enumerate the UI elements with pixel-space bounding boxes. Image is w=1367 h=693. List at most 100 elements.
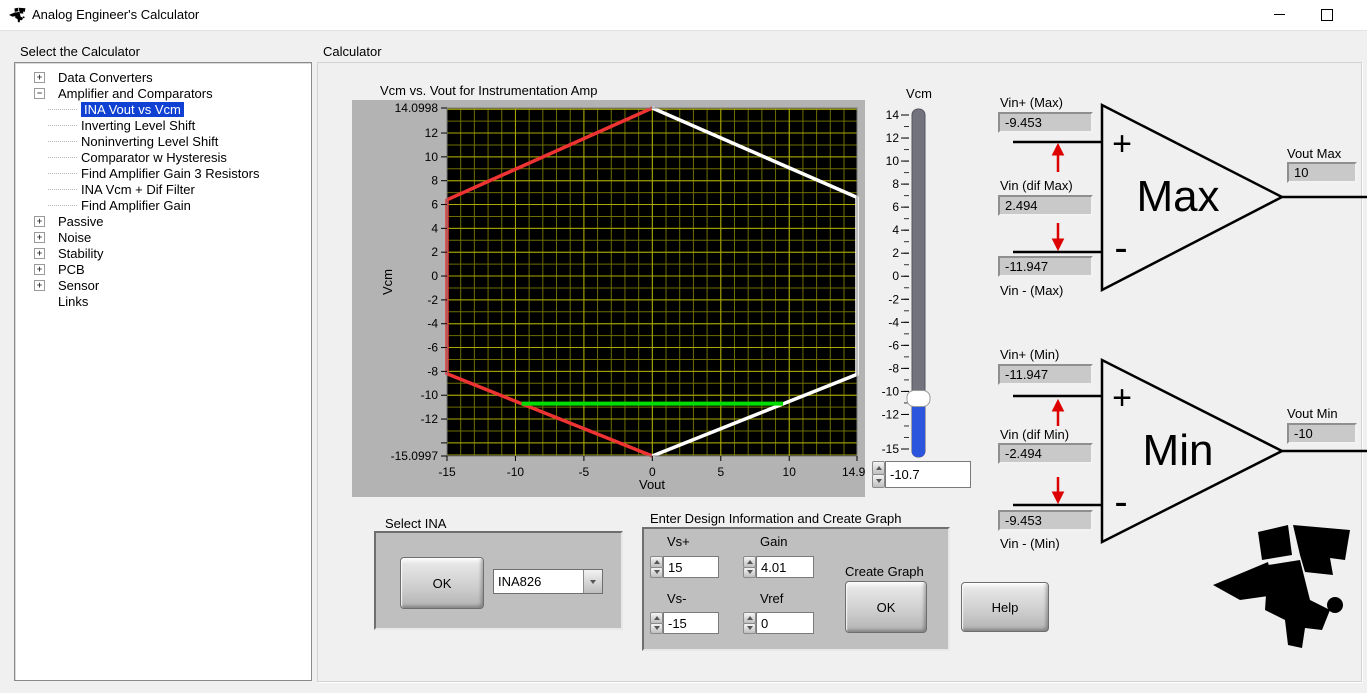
tree-item-label[interactable]: Passive	[58, 214, 104, 229]
max-dif-up-arrow-icon	[1053, 144, 1064, 172]
tree-item-label[interactable]: PCB	[58, 262, 85, 277]
tree-item-noninverting-level-shift[interactable]: Noninverting Level Shift	[15, 133, 311, 149]
tree-item-inverting-level-shift[interactable]: Inverting Level Shift	[15, 117, 311, 133]
svg-text:12: 12	[425, 126, 439, 140]
tree-item-pcb[interactable]: PCB	[15, 261, 311, 277]
vs-minus-field[interactable]: -15	[663, 612, 719, 634]
spin-up-icon[interactable]	[743, 556, 756, 568]
tree-item-label[interactable]: Comparator w Hysteresis	[81, 150, 227, 165]
spin-down-icon[interactable]	[650, 623, 663, 635]
vs-plus-control[interactable]: 15	[650, 556, 719, 578]
tree-item-label[interactable]: Noninverting Level Shift	[81, 134, 218, 149]
tree-item-amplifier-and-comparators[interactable]: Amplifier and Comparators	[15, 85, 311, 101]
tree-connector	[48, 205, 77, 206]
spin-up-icon[interactable]	[872, 461, 885, 475]
vcm-slider[interactable]: 14121086420-2-4-6-8-10-12-15	[878, 85, 978, 475]
tree-item-passive[interactable]: Passive	[15, 213, 311, 229]
ina-dropdown-value[interactable]: INA826	[494, 570, 583, 593]
svg-text:-6: -6	[888, 338, 899, 352]
tree-item-find-amplifier-gain-3-resistors[interactable]: Find Amplifier Gain 3 Resistors	[15, 165, 311, 181]
spin-up-icon[interactable]	[650, 556, 663, 568]
window-title: Analog Engineer's Calculator	[32, 7, 199, 22]
spin-down-icon[interactable]	[872, 474, 885, 488]
spin-up-icon[interactable]	[743, 612, 756, 624]
spin-down-icon[interactable]	[743, 567, 756, 579]
tree-connector	[48, 173, 77, 174]
gain-control[interactable]: 4.01	[743, 556, 814, 578]
svg-text:-15: -15	[438, 465, 456, 479]
max-minus-symbol: -	[1114, 226, 1127, 270]
gain-field[interactable]: 4.01	[756, 556, 814, 578]
create-graph-label: Create Graph	[845, 564, 924, 579]
calculator-tree[interactable]: Data ConvertersAmplifier and Comparators…	[14, 62, 312, 681]
tree-expander-plus-icon[interactable]	[34, 248, 45, 259]
minimize-button[interactable]	[1256, 0, 1302, 29]
vref-control[interactable]: 0	[743, 612, 814, 634]
tree-item-label[interactable]: Stability	[58, 246, 104, 261]
svg-text:-8: -8	[888, 361, 899, 375]
create-graph-ok-button[interactable]: OK	[845, 581, 927, 633]
vs-minus-spinner[interactable]	[650, 612, 663, 634]
tree-item-ina-vcm-dif-filter[interactable]: INA Vcm + Dif Filter	[15, 181, 311, 197]
select-ina-ok-button[interactable]: OK	[400, 557, 484, 609]
vcm-value-field[interactable]: -10.7	[885, 461, 971, 488]
vout-min-value: -10	[1287, 423, 1357, 444]
tree-item-noise[interactable]: Noise	[15, 229, 311, 245]
maximize-button[interactable]	[1304, 0, 1350, 29]
tree-item-label[interactable]: INA Vout vs Vcm	[81, 102, 184, 117]
app-ti-icon	[9, 7, 26, 23]
vs-plus-spinner[interactable]	[650, 556, 663, 578]
app-window: Analog Engineer's Calculator Select the …	[0, 0, 1367, 693]
tree-expander-plus-icon[interactable]	[34, 72, 45, 83]
dropdown-arrow-icon[interactable]	[583, 570, 602, 593]
tree-item-find-amplifier-gain[interactable]: Find Amplifier Gain	[15, 197, 311, 213]
tree-item-comparator-w-hysteresis[interactable]: Comparator w Hysteresis	[15, 149, 311, 165]
vs-minus-control[interactable]: -15	[650, 612, 719, 634]
sidebar-title: Select the Calculator	[20, 44, 140, 59]
title-bar: Analog Engineer's Calculator	[0, 0, 1367, 31]
tree-expander-minus-icon[interactable]	[34, 88, 45, 99]
x-axis-label: Vout	[639, 477, 665, 492]
tree-expander-plus-icon[interactable]	[34, 216, 45, 227]
vs-plus-field[interactable]: 15	[663, 556, 719, 578]
tree-expander-plus-icon[interactable]	[34, 280, 45, 291]
tree-item-data-converters[interactable]: Data Converters	[15, 69, 311, 85]
svg-text:4: 4	[431, 221, 438, 235]
tree-expander-plus-icon[interactable]	[34, 232, 45, 243]
svg-text:10: 10	[886, 154, 900, 168]
tree-item-label[interactable]: Amplifier and Comparators	[58, 86, 213, 101]
spin-down-icon[interactable]	[743, 623, 756, 635]
tree-item-label[interactable]: Find Amplifier Gain	[81, 198, 191, 213]
vcm-spinner[interactable]	[872, 461, 885, 488]
tree-item-label[interactable]: Inverting Level Shift	[81, 118, 195, 133]
slider-thumb[interactable]	[907, 390, 930, 406]
vin-minus-min-label: Vin - (Min)	[1000, 536, 1060, 551]
svg-text:10: 10	[783, 465, 797, 479]
tree-expander-plus-icon[interactable]	[34, 264, 45, 275]
tree-item-label[interactable]: INA Vcm + Dif Filter	[81, 182, 195, 197]
tree-item-label[interactable]: Data Converters	[58, 70, 153, 85]
vin-dif-max-value: 2.494	[998, 195, 1093, 216]
tree-item-label[interactable]: Links	[58, 294, 88, 309]
svg-text:0: 0	[431, 269, 438, 283]
vcm-vout-graph[interactable]: -15-10-5051014.9514.0998121086420-2-4-6-…	[352, 100, 865, 497]
svg-text:5: 5	[717, 465, 724, 479]
gain-spinner[interactable]	[743, 556, 756, 578]
svg-text:-12: -12	[882, 407, 900, 421]
vcm-value-control[interactable]: -10.7	[872, 461, 971, 488]
tree-item-label[interactable]: Noise	[58, 230, 91, 245]
help-button[interactable]: Help	[961, 582, 1049, 632]
spin-up-icon[interactable]	[650, 612, 663, 624]
vref-field[interactable]: 0	[756, 612, 814, 634]
tree-item-label[interactable]: Sensor	[58, 278, 99, 293]
vout-max-value: 10	[1287, 162, 1357, 183]
tree-item-links[interactable]: Links	[15, 293, 311, 309]
gain-label: Gain	[760, 534, 787, 549]
spin-down-icon[interactable]	[650, 567, 663, 579]
tree-item-ina-vout-vs-vcm[interactable]: INA Vout vs Vcm	[15, 101, 311, 117]
tree-item-stability[interactable]: Stability	[15, 245, 311, 261]
vref-spinner[interactable]	[743, 612, 756, 634]
ina-dropdown[interactable]: INA826	[493, 569, 603, 594]
tree-item-sensor[interactable]: Sensor	[15, 277, 311, 293]
tree-item-label[interactable]: Find Amplifier Gain 3 Resistors	[81, 166, 259, 181]
